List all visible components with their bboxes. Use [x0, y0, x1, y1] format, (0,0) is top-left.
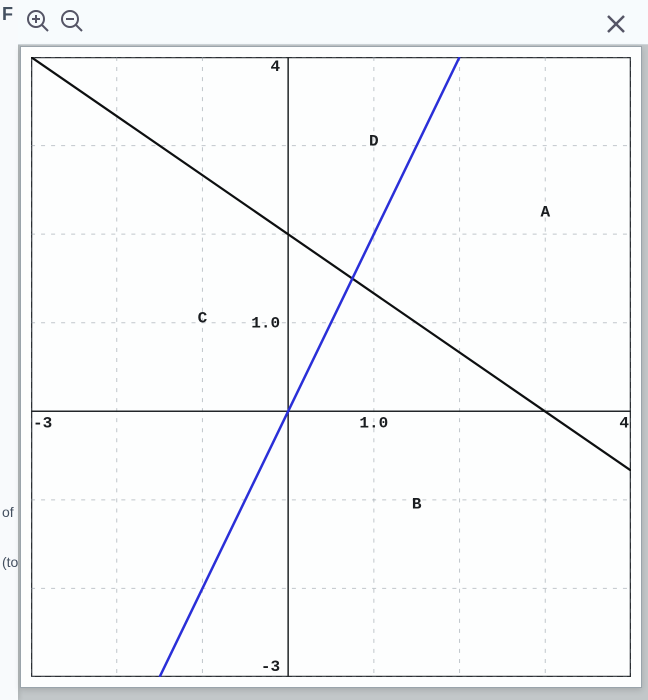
y-tick-label: 1.0: [251, 315, 280, 333]
x-tick-label: 1.0: [359, 414, 388, 432]
side-label-to: (to: [2, 554, 18, 570]
close-icon[interactable]: [602, 10, 630, 38]
y-tick-label: -3: [261, 658, 280, 676]
chart-panel: 1.0 4 -3 1.0 4 -3 A B C D: [20, 46, 642, 688]
region-label-c: C: [198, 310, 208, 328]
zoom-in-icon[interactable]: [24, 7, 52, 35]
page-left-strip: F of (to: [0, 0, 18, 700]
y-tick-label: 4: [270, 58, 280, 76]
toolbar: [18, 0, 648, 45]
x-tick-label: -3: [33, 414, 52, 432]
chart-plot: 1.0 4 -3 1.0 4 -3 A B C D: [31, 57, 631, 677]
side-label-of: of: [2, 504, 14, 520]
side-label-f: F: [2, 4, 13, 25]
region-label-b: B: [412, 496, 422, 514]
region-label-a: A: [540, 203, 550, 221]
region-label-d: D: [369, 133, 379, 151]
x-tick-label: 4: [619, 414, 629, 432]
zoom-out-icon[interactable]: [58, 7, 86, 35]
